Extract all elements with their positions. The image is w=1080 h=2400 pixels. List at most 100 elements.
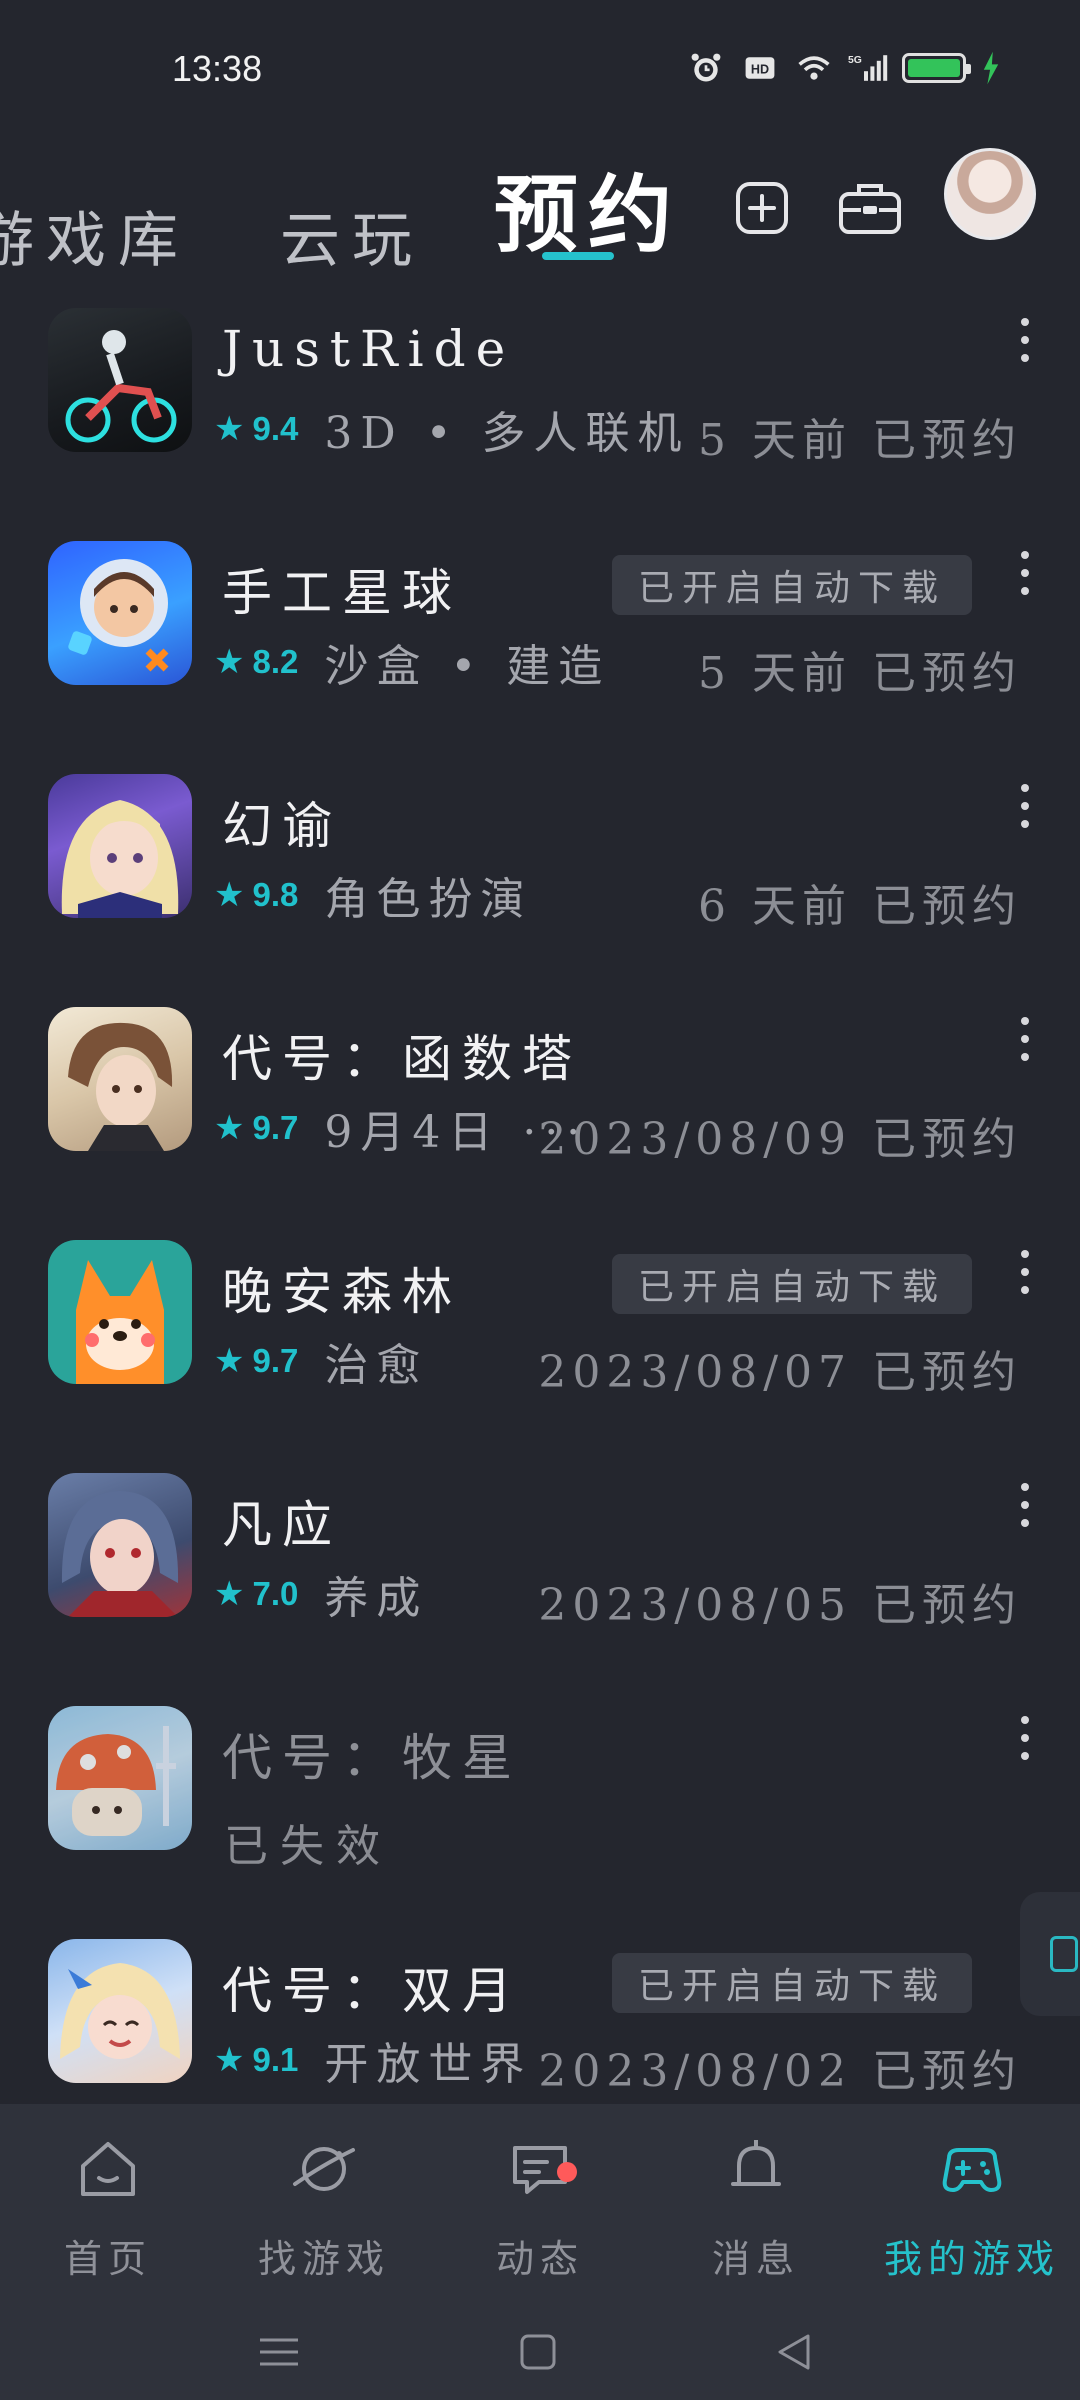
hd-icon: HD bbox=[745, 57, 775, 79]
user-avatar[interactable] bbox=[944, 148, 1036, 240]
back-icon[interactable] bbox=[770, 2332, 820, 2372]
character-portrait-icon bbox=[61, 1491, 179, 1617]
list-item[interactable]: 代号：牧星 已失效 bbox=[0, 1698, 1080, 1931]
auto-download-badge: 已开启自动下载 bbox=[612, 555, 972, 615]
auto-download-badge: 已开启自动下载 bbox=[612, 1254, 972, 1314]
game-tags: 3D • 多人联机 bbox=[324, 408, 690, 459]
tab-reservations[interactable]: 预约 bbox=[494, 148, 682, 269]
floating-download-tab[interactable] bbox=[1020, 1892, 1080, 2016]
top-nav: 游戏库 云玩 预约 bbox=[0, 140, 1080, 276]
star-icon: ★ bbox=[214, 642, 245, 682]
game-name: 代号：函数塔 bbox=[222, 1030, 582, 1088]
game-score: 7.0 bbox=[252, 1575, 299, 1612]
list-item[interactable]: 幻谕 ★ 9.8 角色扮演 6 天前 已预约 bbox=[0, 766, 1080, 999]
game-thumbnail-muxing[interactable] bbox=[48, 1706, 192, 1850]
nav-label: 找游戏 bbox=[257, 2237, 390, 2281]
nav-feed[interactable]: 动态 bbox=[440, 2134, 640, 2283]
game-name: 代号：双月 bbox=[222, 1962, 522, 2020]
home-square-icon[interactable] bbox=[513, 2332, 563, 2372]
list-item[interactable]: 凡应 ★ 7.0 养成 2023/08/05 已预约 bbox=[0, 1465, 1080, 1698]
game-thumbnail-shuangyue[interactable] bbox=[48, 1939, 192, 2083]
nav-label: 首页 bbox=[63, 2237, 152, 2281]
character-portrait-icon bbox=[68, 1022, 173, 1151]
star-icon: ★ bbox=[214, 2040, 245, 2080]
tab-active-indicator bbox=[542, 252, 614, 260]
game-thumbnail-fanying[interactable] bbox=[48, 1473, 192, 1617]
more-options-button[interactable] bbox=[1010, 1483, 1040, 1527]
game-score: 8.2 bbox=[252, 643, 299, 680]
svg-text:5G: 5G bbox=[848, 55, 862, 66]
svg-text:HD: HD bbox=[751, 62, 769, 76]
game-tags: 开放世界 bbox=[324, 2039, 533, 2090]
game-name: JustRide bbox=[222, 320, 516, 378]
game-tags: 治愈 bbox=[324, 1340, 429, 1391]
list-item[interactable]: 晚安森林 已开启自动下载 ★ 9.7 治愈 2023/08/07 已预约 bbox=[0, 1232, 1080, 1465]
plus-square-icon bbox=[736, 182, 788, 234]
game-meta: ★ 9.1 开放世界 bbox=[214, 2035, 532, 2090]
game-thumbnail-justride[interactable] bbox=[48, 308, 192, 452]
game-thumbnail-goodnight-forest[interactable] bbox=[48, 1240, 192, 1384]
status-bar: 13:38 HD 5G bbox=[0, 0, 1080, 140]
more-options-button[interactable] bbox=[1010, 1250, 1040, 1294]
nav-discover[interactable]: 找游戏 bbox=[224, 2134, 424, 2283]
game-tags: 养成 bbox=[324, 1573, 429, 1624]
reserved-date: 5 天前 已预约 bbox=[698, 648, 1022, 699]
reserved-date: 5 天前 已预约 bbox=[698, 415, 1022, 466]
game-thumbnail-handcraft-planet[interactable] bbox=[48, 541, 192, 685]
tab-cloud-play[interactable]: 云玩 bbox=[280, 192, 424, 279]
game-thumbnail-huanyu[interactable] bbox=[48, 774, 192, 918]
reserved-date: 6 天前 已预约 bbox=[698, 881, 1022, 932]
game-thumbnail-function-tower[interactable] bbox=[48, 1007, 192, 1151]
reserved-date: 2023/08/05 已预约 bbox=[538, 1580, 1022, 1631]
star-icon: ★ bbox=[214, 409, 245, 449]
star-icon: ★ bbox=[214, 1574, 245, 1614]
nav-messages[interactable]: 消息 bbox=[656, 2134, 856, 2283]
reserved-date: 2023/08/09 已预约 bbox=[538, 1114, 1022, 1165]
star-icon: ★ bbox=[214, 875, 245, 915]
charging-icon bbox=[983, 51, 999, 85]
more-options-button[interactable] bbox=[1010, 318, 1040, 362]
game-name: 代号：牧星 bbox=[222, 1729, 522, 1787]
battery-icon bbox=[902, 53, 971, 83]
status-icons: HD 5G bbox=[686, 50, 1002, 86]
character-portrait-icon bbox=[61, 800, 179, 918]
alarm-icon bbox=[691, 53, 721, 82]
mushroom-icon bbox=[56, 1726, 176, 1836]
game-meta: ★ 9.7 9月4日 ··· bbox=[214, 1103, 588, 1158]
game-score: 9.8 bbox=[252, 876, 299, 913]
home-icon bbox=[81, 2142, 135, 2196]
more-options-button[interactable] bbox=[1010, 551, 1040, 595]
menu-icon[interactable] bbox=[254, 2332, 304, 2372]
nav-my-games[interactable]: 我的游戏 bbox=[872, 2134, 1072, 2283]
game-tags: 沙盒 • 建造 bbox=[324, 641, 611, 692]
tab-game-library[interactable]: 游戏库 bbox=[0, 192, 190, 279]
download-icon bbox=[1050, 1936, 1078, 1972]
bottom-nav: 首页 找游戏 动态 消息 我的游戏 bbox=[0, 2104, 1080, 2400]
list-item[interactable]: 手工星球 已开启自动下载 ★ 8.2 沙盒 • 建造 5 天前 已预约 bbox=[0, 533, 1080, 766]
gamepad-icon bbox=[942, 2148, 1002, 2192]
game-score: 9.1 bbox=[252, 2041, 299, 2078]
game-score: 9.4 bbox=[252, 410, 299, 447]
astronaut-icon bbox=[68, 559, 169, 672]
add-button[interactable] bbox=[722, 168, 802, 248]
more-options-button[interactable] bbox=[1010, 1017, 1040, 1061]
reserved-date: 2023/08/02 已预约 bbox=[538, 2046, 1022, 2097]
list-item[interactable]: JustRide ★ 9.4 3D • 多人联机 5 天前 已预约 bbox=[0, 300, 1080, 533]
more-options-button[interactable] bbox=[1010, 784, 1040, 828]
status-time: 13:38 bbox=[172, 48, 263, 89]
planet-icon bbox=[293, 2147, 355, 2191]
nav-label: 我的游戏 bbox=[883, 2237, 1060, 2281]
expired-status: 已失效 bbox=[224, 1821, 392, 1872]
fox-icon bbox=[76, 1260, 164, 1384]
toolbox-button[interactable] bbox=[830, 168, 910, 248]
star-icon: ★ bbox=[214, 1341, 245, 1381]
star-icon: ★ bbox=[214, 1108, 245, 1148]
more-options-button[interactable] bbox=[1010, 1716, 1040, 1760]
nav-home[interactable]: 首页 bbox=[8, 2134, 208, 2283]
game-name: 幻谕 bbox=[222, 797, 342, 855]
wifi-icon bbox=[798, 56, 830, 80]
motorbike-icon bbox=[65, 330, 177, 443]
list-item[interactable]: 代号：函数塔 ★ 9.7 9月4日 ··· 2023/08/09 已预约 bbox=[0, 999, 1080, 1232]
character-portrait-icon bbox=[60, 1963, 180, 2059]
game-meta: ★ 7.0 养成 bbox=[214, 1569, 428, 1624]
